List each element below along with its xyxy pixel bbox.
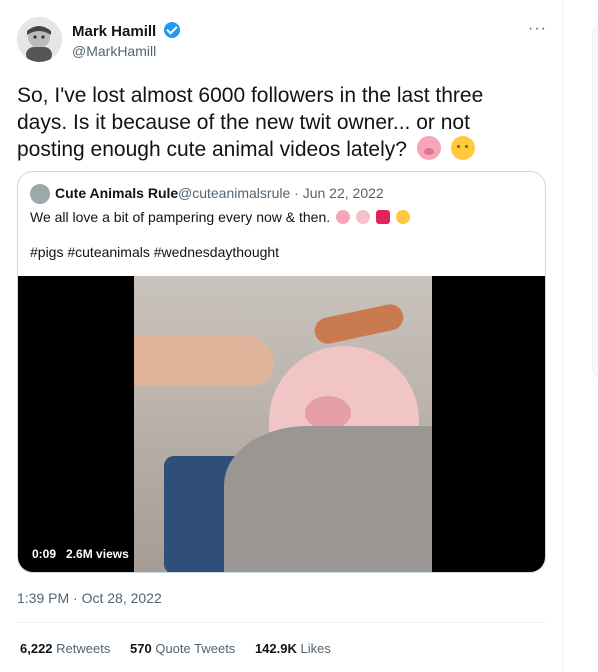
- video-frame-piglet-snout: [305, 396, 351, 430]
- right-sidebar: [563, 0, 598, 672]
- quoted-tweet[interactable]: Cute Animals Rule @cuteanimalsrule · Jun…: [17, 171, 546, 573]
- tweet-text: So, I've lost almost 6000 followers in t…: [17, 84, 484, 161]
- quoted-avatar[interactable]: [30, 184, 50, 204]
- quoted-meta: @cuteanimalsrule · Jun 22, 2022: [178, 185, 384, 201]
- thinking-face-emoji-icon: [450, 136, 475, 160]
- sidebar-card: [592, 22, 598, 379]
- retweets-stat[interactable]: 6,222 Retweets: [20, 641, 110, 656]
- tweet: Mark Hamill @MarkHamill ··· So, I've los…: [0, 0, 563, 672]
- video-player[interactable]: 0:09 2.6M views: [18, 276, 545, 572]
- quoted-text: We all love a bit of pampering every now…: [30, 208, 530, 227]
- avatar[interactable]: [17, 17, 62, 62]
- video-time: 0:09: [32, 547, 57, 561]
- heart-eyes-emoji-icon: [395, 210, 410, 224]
- tweet-stats: 6,222 Retweets 570 Quote Tweets 142.9K L…: [20, 641, 347, 656]
- video-frame-pig: [134, 276, 432, 572]
- pig-face-emoji-icon: [336, 210, 351, 224]
- red-heart-emoji-icon: [375, 210, 390, 224]
- divider: [17, 622, 546, 623]
- video-views: 2.6M views: [66, 547, 129, 561]
- likes-stat[interactable]: 142.9K Likes: [255, 641, 331, 656]
- quoted-author-handle: @cuteanimalsrule: [178, 185, 291, 201]
- video-frame-arm: [134, 336, 274, 386]
- video-stats-badge: 0:09 2.6M views: [28, 544, 133, 564]
- video-frame-brush: [312, 301, 406, 347]
- verified-badge-icon: [164, 22, 181, 38]
- author-handle[interactable]: @MarkHamill: [72, 43, 156, 59]
- hashtags[interactable]: #pigs #cuteanimals #wednesdaythought: [30, 244, 279, 260]
- meta-separator: ·: [294, 185, 303, 201]
- tweet-timestamp[interactable]: 1:39 PM · Oct 28, 2022: [17, 590, 162, 606]
- pig-face-emoji-icon: [416, 136, 441, 160]
- quoted-author-name[interactable]: Cute Animals Rule: [55, 185, 178, 201]
- pig-emoji-icon: [355, 210, 370, 224]
- quote-tweets-stat[interactable]: 570 Quote Tweets: [130, 641, 235, 656]
- more-options-icon[interactable]: ···: [528, 20, 547, 38]
- author-name[interactable]: Mark Hamill: [72, 22, 181, 40]
- quoted-date: Jun 22, 2022: [302, 185, 384, 201]
- video-frame-blanket: [224, 426, 432, 572]
